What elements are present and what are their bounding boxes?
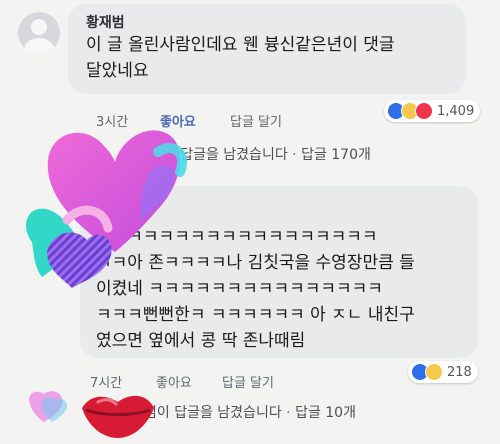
reply-button[interactable]: 답글 달기 <box>222 372 274 391</box>
comment-text: 이 글 올린사람인데요 웬 븅신같은년이 댓글 달았네요 <box>86 35 395 81</box>
replies-text: 님이 답글을 남겼습니다 <box>144 405 282 421</box>
reaction-summary[interactable]: 1,409 <box>384 100 481 122</box>
reply-count: 답글 170개 <box>301 147 371 163</box>
reply-button[interactable]: 답글 달기 <box>230 111 282 130</box>
heart-sticker-icon <box>25 205 113 288</box>
like-button[interactable]: 좋아요 <box>156 372 192 391</box>
haha-icon <box>425 363 443 381</box>
avatar[interactable] <box>18 12 60 54</box>
view-replies-link[interactable]: 님이 답글을 남겼습니다 · 답글 10개 <box>144 402 356 422</box>
lips-sticker-icon <box>82 395 154 438</box>
comment-author[interactable]: 황재범 <box>86 12 125 32</box>
reaction-count: 218 <box>447 364 472 380</box>
separator: · <box>292 147 297 163</box>
reaction-count: 1,409 <box>437 103 475 119</box>
reply-count: 답글 10개 <box>295 405 356 421</box>
reaction-summary[interactable]: 218 <box>408 361 478 383</box>
separator: · <box>286 405 291 421</box>
love-icon <box>415 102 433 120</box>
heart-sticker-icon <box>29 391 68 422</box>
